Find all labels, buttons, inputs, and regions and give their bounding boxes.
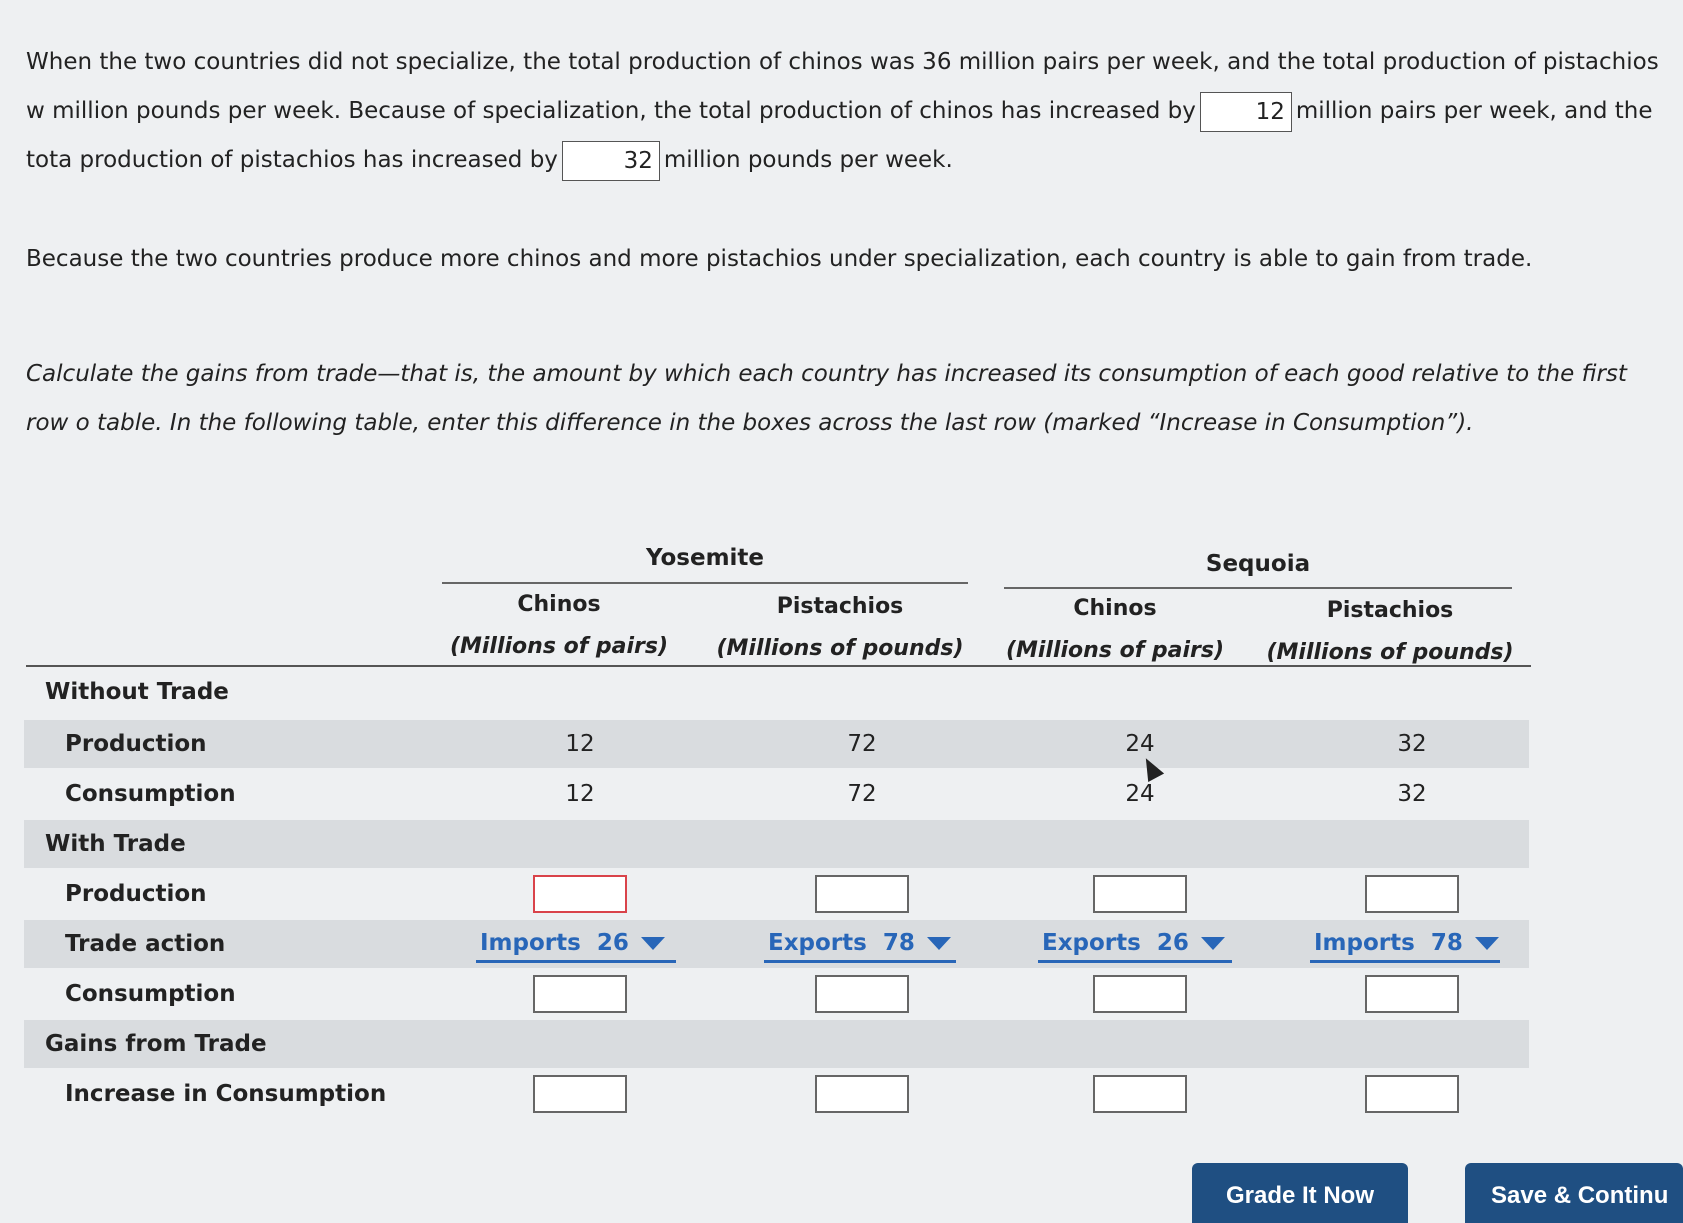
section-label: Gains from Trade <box>45 1031 267 1057</box>
sequoia-pistachios-production-input[interactable] <box>1365 875 1459 913</box>
grade-it-now-button[interactable]: Grade It Now <box>1192 1163 1408 1223</box>
cell-value: 72 <box>847 781 877 807</box>
row-label: Trade action <box>65 931 226 957</box>
chevron-down-icon <box>1200 937 1225 950</box>
yosemite-chinos-consumption-input[interactable] <box>533 975 627 1013</box>
sequoia-chinos-production-input[interactable] <box>1093 875 1187 913</box>
col-name: Pistachios <box>1326 598 1454 623</box>
sequoia-chinos-consumption-input[interactable] <box>1093 975 1187 1013</box>
intro-paragraph: When the two countries did not specializ… <box>26 38 1666 185</box>
row-label: Consumption <box>65 981 236 1007</box>
sequoia-chinos-increase-input[interactable] <box>1093 1075 1187 1113</box>
row-label: Production <box>65 731 207 757</box>
row-label: Increase in Consumption <box>65 1081 387 1107</box>
col-unit: (Millions of pounds) <box>716 636 964 661</box>
sequoia-pistachios-trade-select[interactable]: Imports 78 <box>1310 926 1500 963</box>
row-label: Consumption <box>65 781 236 807</box>
cell-value: 72 <box>847 731 877 757</box>
chevron-down-icon <box>640 937 665 950</box>
instructions: Calculate the gains from trade—that is, … <box>26 361 1627 436</box>
yosemite-chinos-production-input[interactable] <box>533 875 627 913</box>
col-header-yosemite-chinos: Chinos (Millions of pairs) <box>434 584 684 668</box>
pistachios-increase-field[interactable]: 32 <box>561 140 660 181</box>
sequoia-pistachios-increase-input[interactable] <box>1365 1075 1459 1113</box>
chinos-increase-field[interactable]: 12 <box>1199 91 1292 132</box>
select-value: Exports 78 <box>768 930 915 956</box>
section-label: With Trade <box>45 831 186 857</box>
yosemite-pistachios-trade-select[interactable]: Exports 78 <box>764 926 956 963</box>
yosemite-chinos-trade-select[interactable]: Imports 26 <box>476 926 676 963</box>
cell-value: 12 <box>565 731 595 757</box>
table-row-increase: Increase in Consumption <box>24 1070 1529 1118</box>
table-row-consumption: Consumption 12 72 24 32 <box>24 770 1529 818</box>
yosemite-pistachios-production-input[interactable] <box>815 875 909 913</box>
cell-value: 32 <box>1397 781 1427 807</box>
col-name: Pistachios <box>776 594 904 619</box>
yosemite-pistachios-consumption-input[interactable] <box>815 975 909 1013</box>
table-row-production: Production 12 72 24 32 <box>24 720 1529 768</box>
col-header-yosemite-pistachios: Pistachios (Millions of pounds) <box>705 586 975 670</box>
yosemite-pistachios-increase-input[interactable] <box>815 1075 909 1113</box>
section-label: Without Trade <box>45 679 229 705</box>
select-value: Exports 26 <box>1042 930 1189 956</box>
section-gains-from-trade: Gains from Trade <box>24 1020 1529 1068</box>
group-sequoia: Sequoia <box>1205 551 1311 577</box>
chevron-down-icon <box>1474 937 1499 950</box>
sequoia-chinos-trade-select[interactable]: Exports 26 <box>1038 926 1232 963</box>
cell-value: 24 <box>1125 781 1155 807</box>
section-without-trade: Without Trade <box>24 668 1529 716</box>
cell-value: 32 <box>1397 731 1427 757</box>
col-name: Chinos <box>517 592 601 617</box>
chevron-down-icon <box>926 937 951 950</box>
intro-text-5: million pounds per week. <box>663 147 953 173</box>
intro-text-4: production of pistachios has increased b… <box>79 147 558 173</box>
gain-statement: Because the two countries produce more c… <box>26 246 1533 272</box>
col-header-sequoia-pistachios: Pistachios (Millions of pounds) <box>1255 590 1525 674</box>
table-row-wt-production: Production <box>24 870 1529 918</box>
select-value: Imports 26 <box>480 930 629 956</box>
intro-text-2: million pounds per week. Because of spec… <box>52 98 1196 124</box>
row-label: Production <box>65 881 207 907</box>
cell-value: 12 <box>565 781 595 807</box>
col-name: Chinos <box>1073 596 1157 621</box>
col-unit: (Millions of pairs) <box>449 634 669 659</box>
table-header-divider <box>26 665 1531 667</box>
section-with-trade: With Trade <box>24 820 1529 868</box>
col-header-sequoia-chinos: Chinos (Millions of pairs) <box>990 588 1240 672</box>
table-row-wt-consumption: Consumption <box>24 970 1529 1018</box>
table-row-trade-action: Trade action Imports 26 Exports 78 Expor… <box>24 920 1529 968</box>
yosemite-chinos-increase-input[interactable] <box>533 1075 627 1113</box>
save-continue-button[interactable]: Save & Continu <box>1465 1163 1683 1223</box>
group-yosemite: Yosemite <box>645 545 765 571</box>
select-value: Imports 78 <box>1314 930 1463 956</box>
sequoia-pistachios-consumption-input[interactable] <box>1365 975 1459 1013</box>
